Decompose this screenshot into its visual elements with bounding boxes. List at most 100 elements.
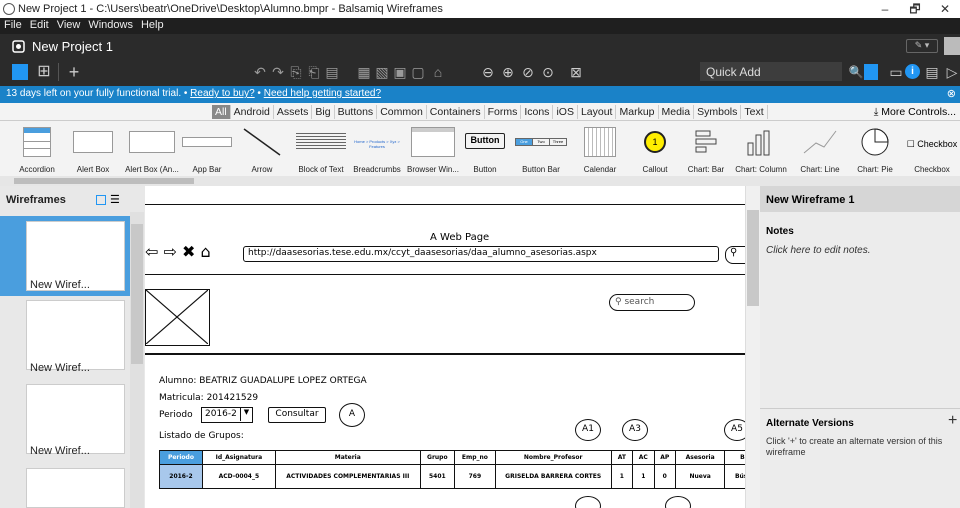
tab-markup[interactable]: Markup bbox=[616, 105, 659, 119]
search-field[interactable]: ⚲ search bbox=[609, 294, 695, 311]
help-link[interactable]: Need help getting started? bbox=[264, 88, 381, 99]
quick-add-input[interactable]: Quick Add bbox=[700, 62, 842, 81]
add-icon[interactable]: + bbox=[66, 63, 82, 81]
project-bar: New Project 1 ✎ ▾ bbox=[0, 34, 960, 58]
menu-bar: File Edit View Windows Help bbox=[0, 18, 960, 34]
search-icon[interactable]: 🔍 bbox=[848, 64, 864, 80]
grid-view-icon[interactable]: ⊞ bbox=[36, 64, 52, 80]
clipboard-icon[interactable]: ▤ bbox=[324, 64, 340, 80]
tab-all[interactable]: All bbox=[212, 105, 231, 119]
listado-label: Listado de Grupos: bbox=[159, 431, 244, 441]
close-button[interactable]: ✕ bbox=[930, 0, 960, 18]
component-chart-column[interactable]: Chart: Column bbox=[732, 121, 790, 176]
present-icon[interactable]: ▷ bbox=[944, 64, 960, 80]
fullscreen-icon[interactable]: ⊠ bbox=[568, 64, 584, 80]
zoom-out-icon[interactable]: ⊖ bbox=[480, 64, 496, 80]
maximize-button[interactable]: 🗗 bbox=[900, 0, 930, 18]
wireframe-name[interactable]: New Wireframe 1 bbox=[766, 194, 855, 206]
browser-search-icon[interactable]: ⚲ bbox=[725, 246, 745, 264]
url-field[interactable]: http://daasesorias.tese.edu.mx/ccyt_daas… bbox=[243, 246, 719, 262]
component-arrow[interactable]: Arrow bbox=[236, 121, 288, 176]
cell-emp-no: 769 bbox=[453, 464, 496, 489]
tab-common[interactable]: Common bbox=[377, 105, 427, 119]
menu-help[interactable]: Help bbox=[137, 18, 168, 31]
component-callout[interactable]: 1 Callout bbox=[630, 121, 680, 176]
component-alert-box-android[interactable]: Alert Box (An... bbox=[124, 121, 180, 176]
tab-media[interactable]: Media bbox=[659, 105, 695, 119]
tab-containers[interactable]: Containers bbox=[427, 105, 485, 119]
ungroup-icon[interactable]: ▧ bbox=[374, 64, 390, 80]
sidebar-scrollbar[interactable] bbox=[130, 212, 144, 508]
tab-buttons[interactable]: Buttons bbox=[335, 105, 378, 119]
component-chart-line[interactable]: Chart: Line bbox=[794, 121, 846, 176]
wireframe-thumb[interactable] bbox=[26, 468, 125, 508]
menu-file[interactable]: File bbox=[0, 18, 26, 31]
tab-android[interactable]: Android bbox=[231, 105, 274, 119]
table-row[interactable]: 2016-2 ACD-0004_5 ACTIVIDADES COMPLEMENT… bbox=[159, 464, 745, 489]
zoom-actual-icon[interactable]: ⊙ bbox=[540, 64, 556, 80]
tab-big[interactable]: Big bbox=[312, 105, 335, 119]
properties-icon[interactable] bbox=[864, 64, 878, 80]
zoom-fit-icon[interactable]: ⊘ bbox=[520, 64, 536, 80]
component-browser-window[interactable]: Browser Win... bbox=[406, 121, 460, 176]
forward-icon[interactable]: ⇨ bbox=[164, 242, 177, 261]
minimize-button[interactable]: – bbox=[870, 0, 900, 18]
back-icon[interactable]: ⇦ bbox=[145, 242, 158, 261]
menu-view[interactable]: View bbox=[53, 18, 85, 31]
list-view-icon[interactable]: ☰ bbox=[110, 193, 120, 206]
notes-hint[interactable]: Click here to edit notes. bbox=[766, 245, 871, 256]
component-checkbox[interactable]: ☐ Checkbox Checkbox bbox=[904, 121, 960, 176]
buy-link[interactable]: Ready to buy? bbox=[190, 88, 255, 99]
component-app-bar[interactable]: App Bar bbox=[180, 121, 234, 176]
pencil-icon[interactable]: ✎ ▾ bbox=[906, 39, 938, 53]
user-avatar[interactable] bbox=[944, 37, 960, 55]
tab-symbols[interactable]: Symbols bbox=[694, 105, 742, 119]
info-icon[interactable]: i bbox=[905, 64, 920, 79]
add-alternate-button[interactable]: + bbox=[948, 412, 957, 430]
paste-icon[interactable]: ⎗ bbox=[306, 64, 322, 80]
wireframe-canvas[interactable]: A Web Page ⇦ ⇨ ✖ ⌂ http://daasesorias.te… bbox=[145, 186, 745, 508]
tab-layout[interactable]: Layout bbox=[578, 105, 617, 119]
library-scroll-thumb[interactable] bbox=[14, 178, 194, 184]
wireframe-thumb[interactable] bbox=[26, 300, 125, 370]
redo-icon[interactable]: ↷ bbox=[270, 64, 286, 80]
component-chart-bar[interactable]: Chart: Bar bbox=[684, 121, 728, 176]
cell-buscar[interactable]: Búsqueda bbox=[724, 464, 745, 489]
back-icon[interactable]: ▢ bbox=[410, 64, 426, 80]
more-controls-button[interactable]: ⤓ More Controls... bbox=[874, 106, 956, 119]
component-alert-box[interactable]: Alert Box bbox=[68, 121, 118, 176]
undo-icon[interactable]: ↶ bbox=[252, 64, 268, 80]
home-icon[interactable]: ⌂ bbox=[201, 242, 211, 261]
thumb-view-icon[interactable] bbox=[96, 195, 106, 205]
button-bar-three: Three bbox=[549, 139, 566, 145]
lock-icon[interactable]: ⌂ bbox=[430, 64, 446, 80]
wireframe-thumb[interactable] bbox=[26, 384, 125, 454]
group-icon[interactable]: ▦ bbox=[356, 64, 372, 80]
close-banner-icon[interactable]: ⊗ bbox=[947, 87, 956, 100]
menu-edit[interactable]: Edit bbox=[26, 18, 53, 31]
notes-icon[interactable]: ▤ bbox=[924, 64, 940, 80]
canvas-scrollbar[interactable] bbox=[745, 186, 760, 508]
list-view-icon[interactable] bbox=[12, 64, 28, 80]
cell-asesoria[interactable]: Nueva bbox=[674, 464, 726, 489]
component-chart-pie[interactable]: Chart: Pie bbox=[850, 121, 900, 176]
component-accordion[interactable]: Accordion bbox=[12, 121, 62, 176]
component-calendar[interactable]: Calendar bbox=[574, 121, 626, 176]
menu-windows[interactable]: Windows bbox=[84, 18, 137, 31]
front-icon[interactable]: ▣ bbox=[392, 64, 408, 80]
comment-icon[interactable]: ▭ bbox=[888, 64, 904, 80]
consultar-button[interactable]: Consultar bbox=[268, 407, 326, 423]
periodo-select[interactable]: 2016-2 ▼ bbox=[201, 407, 253, 423]
component-breadcrumbs[interactable]: Home > Products > Xyz > Features Breadcr… bbox=[352, 121, 402, 176]
tab-ios[interactable]: iOS bbox=[553, 105, 578, 119]
tab-assets[interactable]: Assets bbox=[274, 105, 313, 119]
tab-icons[interactable]: Icons bbox=[521, 105, 554, 119]
component-block-of-text[interactable]: Block of Text bbox=[292, 121, 350, 176]
copy-icon[interactable]: ⎘ bbox=[288, 64, 304, 80]
tab-forms[interactable]: Forms bbox=[485, 105, 522, 119]
stop-icon[interactable]: ✖ bbox=[182, 242, 195, 261]
component-button[interactable]: Button Button bbox=[462, 121, 508, 176]
tab-text[interactable]: Text bbox=[741, 105, 768, 119]
component-button-bar[interactable]: One Two Three Button Bar bbox=[512, 121, 570, 176]
zoom-in-icon[interactable]: ⊕ bbox=[500, 64, 516, 80]
